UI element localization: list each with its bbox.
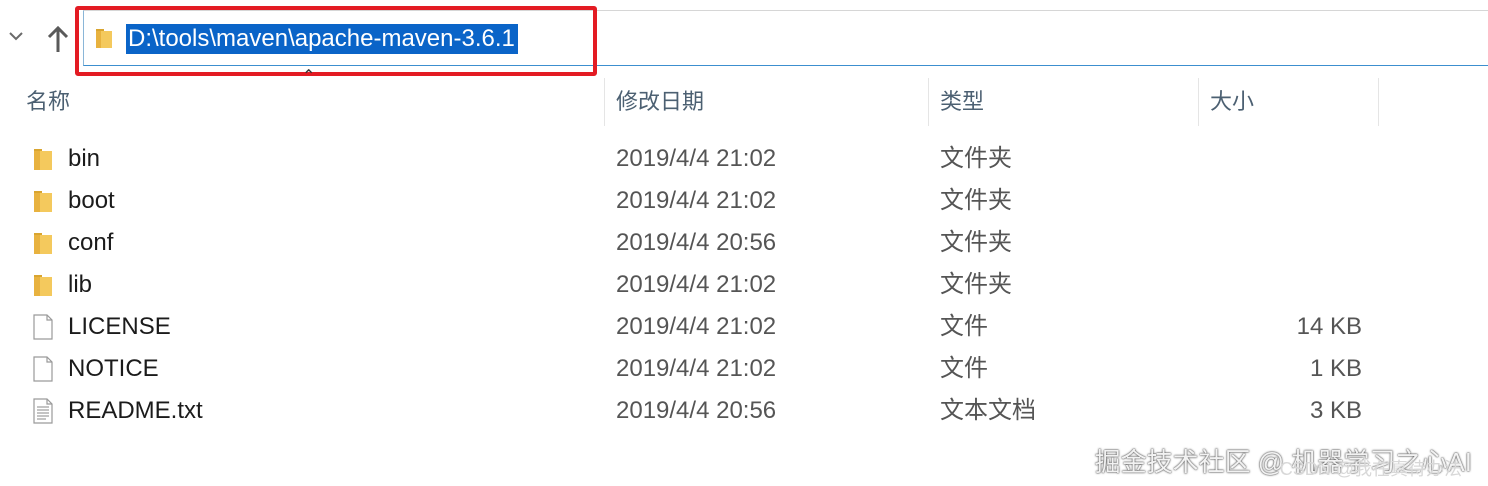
file-type: 文件: [940, 313, 988, 340]
column-header-row: 名称 修改日期 类型 大小: [0, 78, 1488, 126]
file-row-conf[interactable]: conf 2019/4/4 20:56 文件夹: [0, 222, 1488, 264]
file-type: 文本文档: [940, 397, 1036, 424]
watermark-sub: CSDN @我在真待办法: [1279, 459, 1462, 479]
column-header-size[interactable]: 大小: [1210, 78, 1254, 126]
file-modified: 2019/4/4 21:02: [616, 271, 777, 298]
file-type: 文件夹: [940, 229, 1012, 256]
file-row-lib[interactable]: lib 2019/4/4 21:02 文件夹: [0, 264, 1488, 306]
file-modified: 2019/4/4 20:56: [616, 397, 777, 424]
watermark: 掘金技术社区 @ 机器学习之心AI CSDN @我在真待办法: [1095, 448, 1472, 479]
column-divider[interactable]: [604, 78, 605, 126]
file-name: bin: [68, 145, 101, 172]
file-size: 3 KB: [1309, 397, 1362, 424]
file-row-bin[interactable]: bin 2019/4/4 21:02 文件夹: [0, 138, 1488, 180]
file-row-notice[interactable]: NOTICE 2019/4/4 21:02 文件 1 KB: [0, 348, 1488, 390]
up-arrow-icon[interactable]: [44, 22, 72, 56]
folder-icon: [32, 146, 54, 172]
column-header-type[interactable]: 类型: [940, 78, 984, 126]
file-type: 文件夹: [940, 145, 1012, 172]
file-row-readme[interactable]: README.txt 2019/4/4 20:56 文本文档 3 KB: [0, 390, 1488, 432]
column-divider[interactable]: [1378, 78, 1379, 126]
file-modified: 2019/4/4 20:56: [616, 229, 777, 256]
file-icon: [32, 314, 54, 340]
file-row-boot[interactable]: boot 2019/4/4 21:02 文件夹: [0, 180, 1488, 222]
file-type: 文件夹: [940, 187, 1012, 214]
file-name: lib: [68, 271, 93, 298]
file-row-license[interactable]: LICENSE 2019/4/4 21:02 文件 14 KB: [0, 306, 1488, 348]
file-icon: [32, 356, 54, 382]
file-modified: 2019/4/4 21:02: [616, 145, 777, 172]
file-size: 14 KB: [1296, 313, 1362, 340]
file-modified: 2019/4/4 21:02: [616, 355, 777, 382]
file-name: conf: [68, 229, 114, 256]
file-name: NOTICE: [68, 355, 159, 382]
column-divider[interactable]: [928, 78, 929, 126]
file-size: 1 KB: [1309, 355, 1362, 382]
column-header-name[interactable]: 名称: [26, 78, 70, 126]
column-divider[interactable]: [1198, 78, 1199, 126]
file-name: README.txt: [68, 397, 203, 424]
file-type: 文件夹: [940, 271, 1012, 298]
file-name: LICENSE: [68, 313, 171, 340]
column-header-modified[interactable]: 修改日期: [616, 78, 704, 126]
folder-icon: [32, 230, 54, 256]
file-name: boot: [68, 187, 115, 214]
annotation-highlight-box: [75, 6, 597, 76]
file-modified: 2019/4/4 21:02: [616, 187, 777, 214]
recent-locations-chevron-icon[interactable]: [6, 26, 26, 46]
folder-icon: [32, 272, 54, 298]
file-type: 文件: [940, 355, 988, 382]
file-modified: 2019/4/4 21:02: [616, 313, 777, 340]
folder-icon: [32, 188, 54, 214]
text-document-icon: [32, 398, 54, 424]
